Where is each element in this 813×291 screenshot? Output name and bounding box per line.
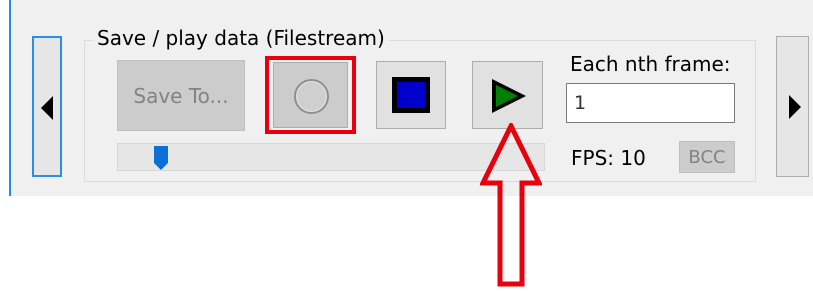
triangle-left-icon	[41, 96, 53, 120]
red-arrow-annotation-icon	[480, 123, 542, 287]
fps-label: FPS: 10	[571, 146, 646, 170]
save-to-button[interactable]: Save To...	[117, 60, 245, 131]
play-triangle-icon	[492, 79, 526, 113]
each-nth-frame-label: Each nth frame:	[570, 52, 731, 76]
each-nth-frame-input[interactable]: 1	[566, 83, 735, 123]
stop-button[interactable]	[376, 61, 446, 129]
next-panel-button[interactable]	[776, 36, 809, 177]
play-button[interactable]	[472, 61, 543, 129]
triangle-right-icon	[789, 95, 801, 119]
stop-square-icon	[392, 77, 430, 113]
slider-thumb[interactable]	[154, 146, 168, 170]
previous-panel-button[interactable]	[32, 36, 62, 177]
bcc-button[interactable]: BCC	[679, 141, 735, 173]
record-circle-icon	[294, 79, 329, 114]
groupbox-title: Save / play data (Filestream)	[93, 26, 389, 50]
record-button[interactable]	[273, 62, 348, 128]
